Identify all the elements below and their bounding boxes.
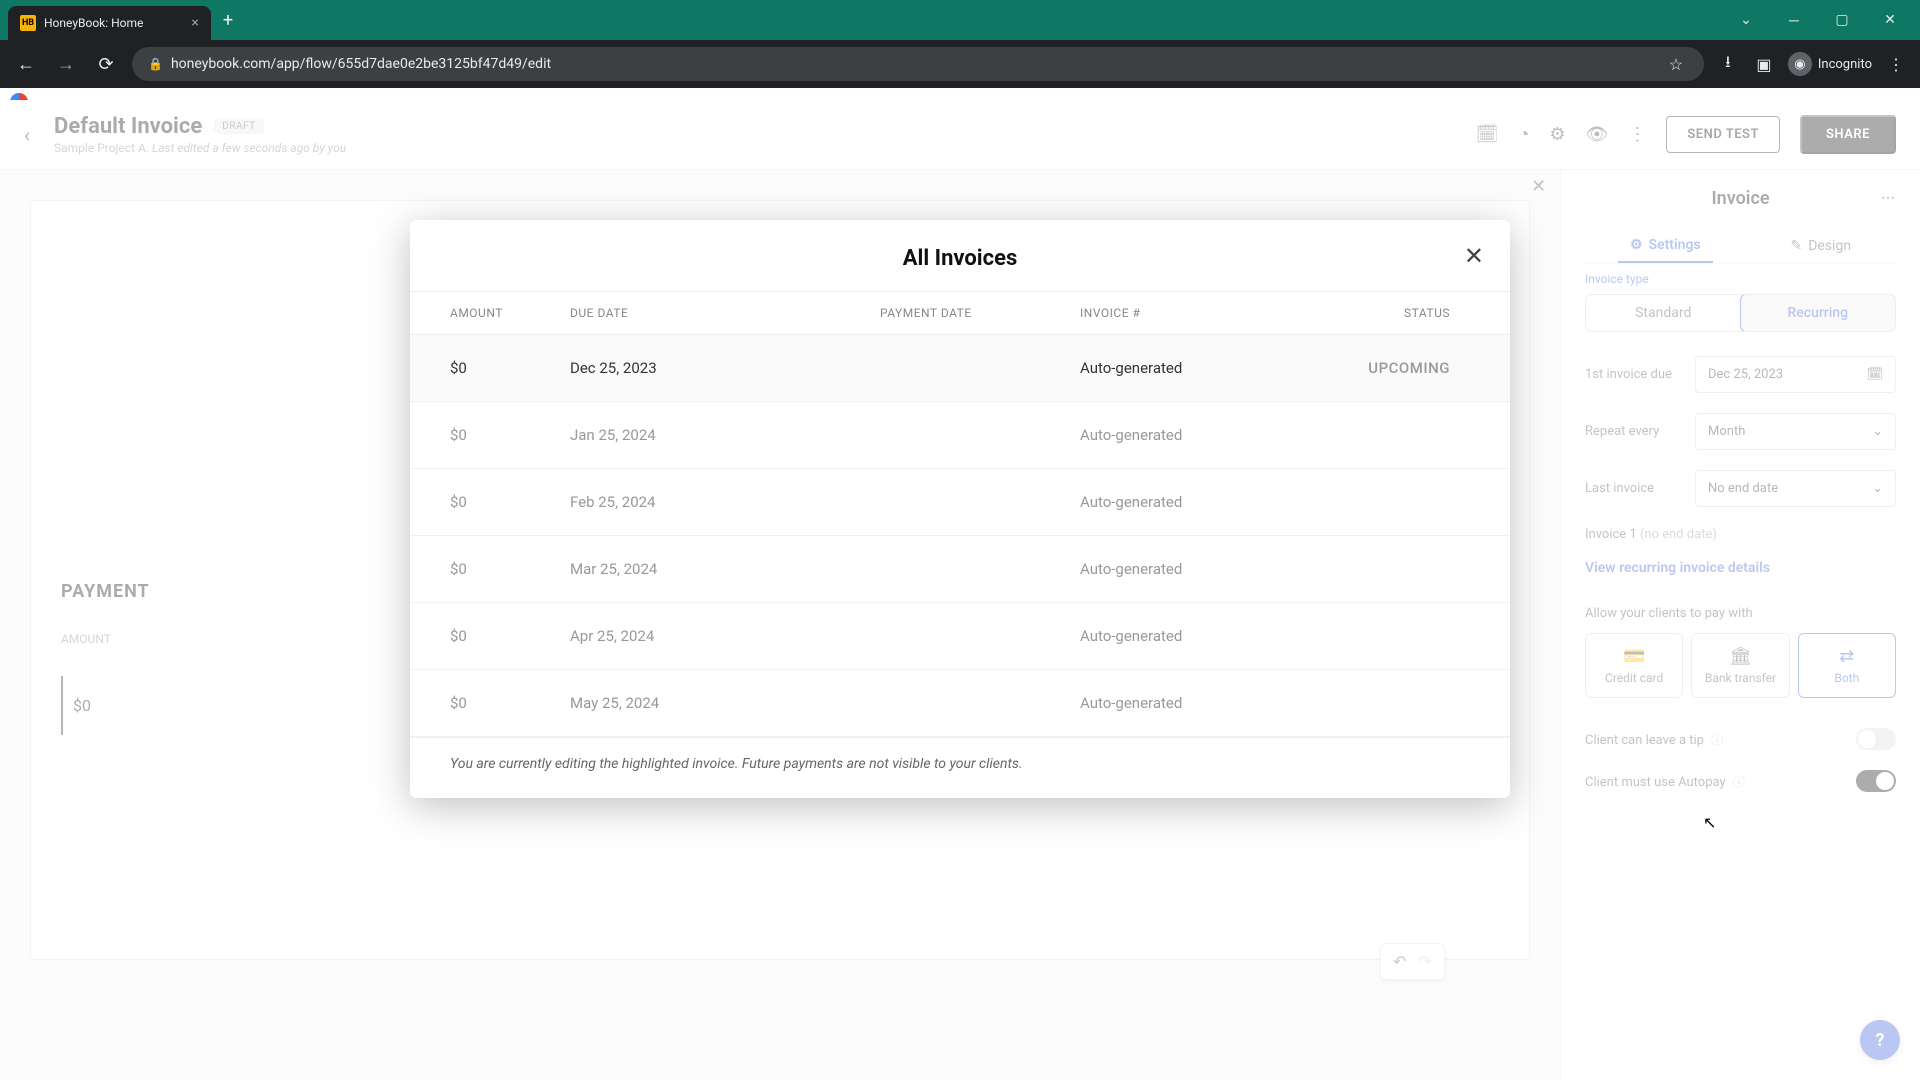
- cell-status: [1310, 560, 1450, 578]
- th-amount: AMOUNT: [450, 306, 570, 320]
- tab-title: HoneyBook: Home: [44, 16, 143, 30]
- url-text: honeybook.com/app/flow/655d7dae0e2be3125…: [171, 56, 1656, 72]
- minimize-button[interactable]: ─: [1780, 6, 1808, 34]
- new-tab-button[interactable]: +: [223, 10, 233, 31]
- cell-due-date: Apr 25, 2024: [570, 627, 880, 645]
- cell-payment-date: [880, 426, 1080, 444]
- incognito-icon: ◉: [1788, 52, 1812, 76]
- table-row[interactable]: $0Apr 25, 2024 Auto-generated: [410, 603, 1510, 670]
- cell-status: UPCOMING: [1310, 359, 1450, 377]
- table-row[interactable]: $0May 25, 2024 Auto-generated: [410, 670, 1510, 737]
- cell-due-date: Mar 25, 2024: [570, 560, 880, 578]
- cell-due-date: Dec 25, 2023: [570, 359, 880, 377]
- cell-amount: $0: [450, 694, 570, 712]
- back-icon[interactable]: ←: [12, 54, 40, 75]
- all-invoices-modal: All Invoices ✕ AMOUNT DUE DATE PAYMENT D…: [410, 220, 1510, 798]
- cell-due-date: Jan 25, 2024: [570, 426, 880, 444]
- cell-payment-date: [880, 627, 1080, 645]
- favicon: HB: [20, 15, 36, 31]
- table-row[interactable]: $0Feb 25, 2024 Auto-generated: [410, 469, 1510, 536]
- cell-status: [1310, 493, 1450, 511]
- cell-amount: $0: [450, 426, 570, 444]
- cell-amount: $0: [450, 493, 570, 511]
- cell-status: [1310, 694, 1450, 712]
- th-status: STATUS: [1310, 306, 1450, 320]
- cell-amount: $0: [450, 560, 570, 578]
- cell-payment-date: [880, 560, 1080, 578]
- cell-invoice-num: Auto-generated: [1080, 359, 1310, 377]
- table-row[interactable]: $0Jan 25, 2024 Auto-generated: [410, 402, 1510, 469]
- cell-invoice-num: Auto-generated: [1080, 493, 1310, 511]
- modal-overlay[interactable]: All Invoices ✕ AMOUNT DUE DATE PAYMENT D…: [0, 100, 1920, 1080]
- chevron-down-icon[interactable]: ⌄: [1732, 6, 1760, 34]
- cell-payment-date: [880, 359, 1080, 377]
- cell-due-date: Feb 25, 2024: [570, 493, 880, 511]
- table-row[interactable]: $0Dec 25, 2023 Auto-generatedUPCOMING: [410, 335, 1510, 402]
- address-bar[interactable]: 🔒 honeybook.com/app/flow/655d7dae0e2be31…: [132, 47, 1704, 81]
- close-window-button[interactable]: ✕: [1876, 6, 1904, 34]
- cell-payment-date: [880, 694, 1080, 712]
- forward-icon[interactable]: →: [52, 54, 80, 75]
- cell-amount: $0: [450, 359, 570, 377]
- bookmark-star-icon[interactable]: ☆: [1664, 55, 1688, 74]
- modal-title: All Invoices: [410, 220, 1510, 291]
- lock-icon: 🔒: [148, 57, 163, 71]
- incognito-label: Incognito: [1818, 57, 1872, 72]
- th-invoice-num: INVOICE #: [1080, 306, 1310, 320]
- th-payment-date: PAYMENT DATE: [880, 306, 1080, 320]
- menu-icon[interactable]: ⋮: [1884, 55, 1908, 74]
- browser-tab[interactable]: HB HoneyBook: Home ×: [8, 6, 211, 40]
- download-icon[interactable]: ⭳: [1716, 51, 1740, 78]
- cell-amount: $0: [450, 627, 570, 645]
- incognito-badge[interactable]: ◉ Incognito: [1788, 52, 1872, 76]
- th-due-date: DUE DATE: [570, 306, 880, 320]
- modal-footer-note: You are currently editing the highlighte…: [410, 737, 1510, 778]
- reload-icon[interactable]: ⟳: [92, 54, 120, 75]
- cell-invoice-num: Auto-generated: [1080, 560, 1310, 578]
- cell-invoice-num: Auto-generated: [1080, 627, 1310, 645]
- maximize-button[interactable]: ▢: [1828, 6, 1856, 34]
- table-row[interactable]: $0Mar 25, 2024 Auto-generated: [410, 536, 1510, 603]
- cell-due-date: May 25, 2024: [570, 694, 880, 712]
- cell-invoice-num: Auto-generated: [1080, 426, 1310, 444]
- extensions-icon[interactable]: ▣: [1752, 55, 1776, 74]
- cell-invoice-num: Auto-generated: [1080, 694, 1310, 712]
- tab-close-icon[interactable]: ×: [191, 15, 198, 31]
- cell-status: [1310, 627, 1450, 645]
- modal-close-icon[interactable]: ✕: [1464, 242, 1484, 270]
- cell-payment-date: [880, 493, 1080, 511]
- cell-status: [1310, 426, 1450, 444]
